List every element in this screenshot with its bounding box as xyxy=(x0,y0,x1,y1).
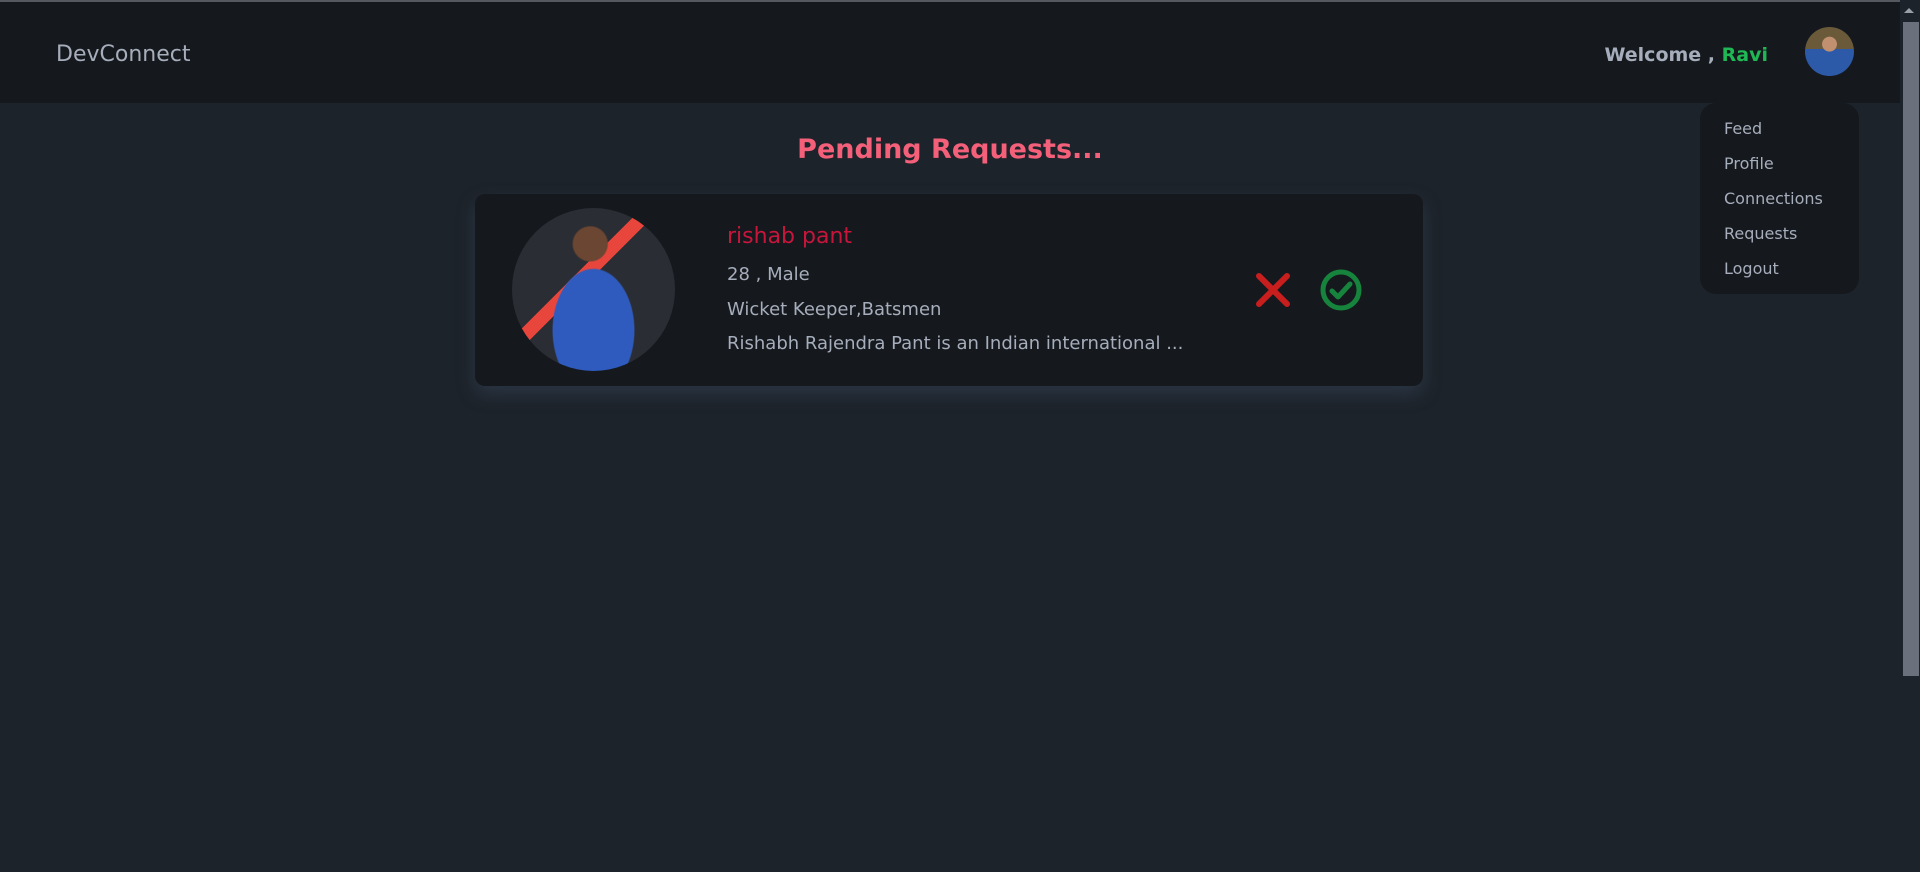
reject-icon[interactable] xyxy=(1253,270,1293,310)
request-avatar xyxy=(512,208,675,371)
menu-item-connections[interactable]: Connections xyxy=(1724,189,1823,208)
page-title: Pending Requests... xyxy=(797,134,1103,165)
request-about: Rishabh Rajendra Pant is an Indian inter… xyxy=(727,333,1184,354)
brand-logo[interactable]: DevConnect xyxy=(56,42,190,67)
accept-icon[interactable] xyxy=(1319,268,1363,312)
user-dropdown-menu: Feed Profile Connections Requests Logout xyxy=(1700,103,1859,294)
request-skills: Wicket Keeper,Batsmen xyxy=(727,299,942,320)
request-card: rishab pant 28 , Male Wicket Keeper,Bats… xyxy=(475,194,1423,386)
menu-item-requests[interactable]: Requests xyxy=(1724,224,1797,243)
welcome-text: Welcome , Ravi xyxy=(1605,44,1769,66)
request-name: rishab pant xyxy=(727,224,853,249)
scroll-up-icon[interactable] xyxy=(1904,8,1914,13)
request-age-gender: 28 , Male xyxy=(727,264,810,285)
user-avatar[interactable] xyxy=(1805,27,1854,76)
user-name: Ravi xyxy=(1721,44,1768,66)
scrollbar-thumb[interactable] xyxy=(1903,22,1919,676)
welcome-label: Welcome , xyxy=(1604,44,1722,66)
navbar: DevConnect Welcome , Ravi xyxy=(0,2,1900,103)
menu-item-logout[interactable]: Logout xyxy=(1724,259,1779,278)
